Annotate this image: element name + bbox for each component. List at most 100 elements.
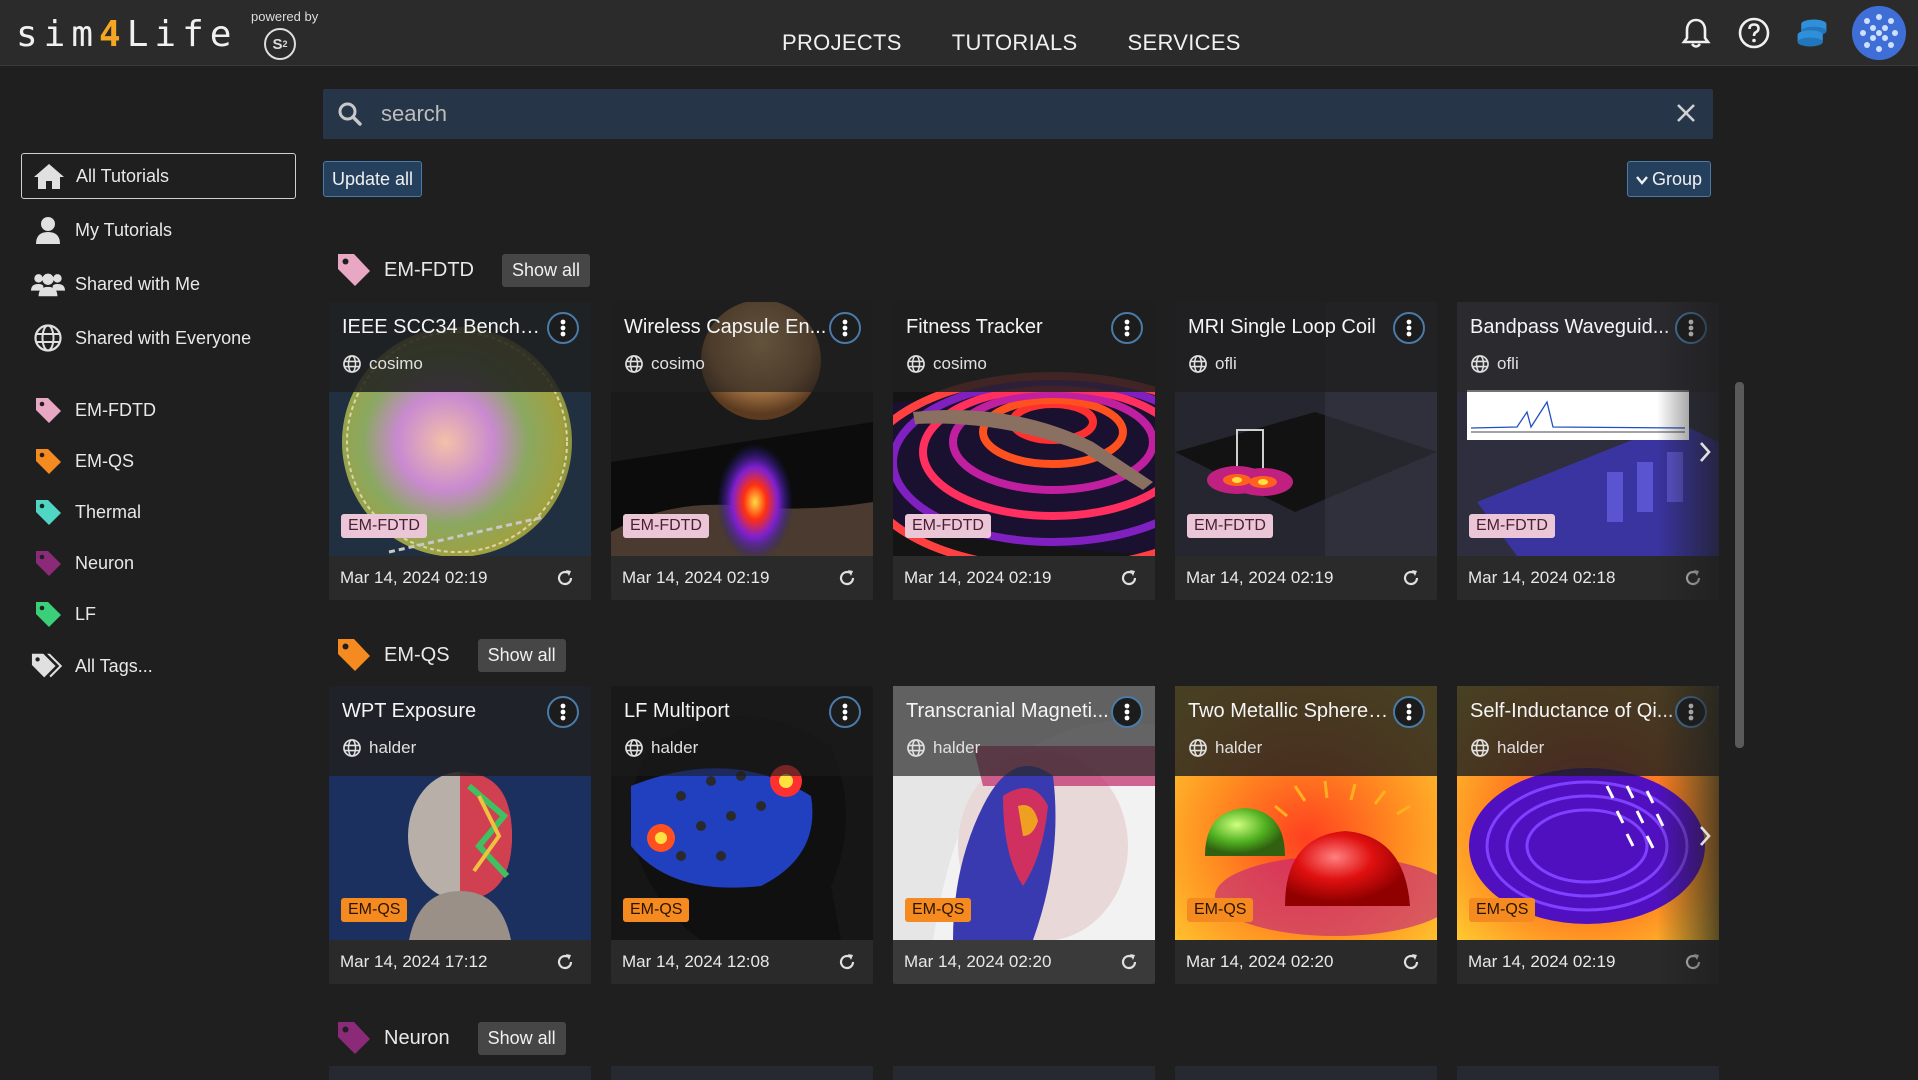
nav-tutorials[interactable]: TUTORIALS (952, 30, 1078, 56)
card-date: Mar 14, 2024 02:19 (1186, 568, 1334, 587)
sidebar-tag-em-fdtd[interactable]: EM-FDTD (21, 387, 296, 433)
home-icon (32, 161, 66, 191)
refresh-icon[interactable] (555, 568, 575, 593)
more-options-icon[interactable] (1393, 312, 1425, 344)
section-header-neuron: Neuron Show all (334, 1018, 566, 1058)
card-title: LF Multiport (624, 700, 730, 722)
tutorial-card[interactable]: Bandpass Waveguid... ofli EM-FDTD Mar 14… (1457, 302, 1719, 600)
card-owner: halder (907, 738, 980, 758)
more-options-icon[interactable] (547, 696, 579, 728)
card-owner: halder (1471, 738, 1544, 758)
sidebar-tag-lf[interactable]: LF (21, 591, 296, 637)
sidebar-tag-thermal[interactable]: Thermal (21, 489, 296, 535)
show-all-button[interactable]: Show all (501, 253, 591, 287)
tutorial-card[interactable]: Self-Inductance of Qi... halder EM-QS Ma… (1457, 686, 1719, 984)
refresh-icon[interactable] (1119, 568, 1139, 593)
sidebar-item-label: Thermal (75, 501, 142, 522)
refresh-icon[interactable] (837, 568, 857, 593)
card-footer: Mar 14, 2024 17:12 (329, 940, 591, 984)
tutorial-card[interactable]: WPT Exposure halder EM-QS Mar 14, 2024 1… (329, 686, 591, 984)
more-options-icon[interactable] (1111, 696, 1143, 728)
refresh-icon[interactable] (1401, 568, 1421, 593)
more-options-icon[interactable] (1393, 696, 1425, 728)
sidebar-all-tags[interactable]: All Tags... (21, 643, 296, 689)
card-date: Mar 14, 2024 02:20 (1186, 952, 1334, 971)
card-title: IEEE SCC34 Benchm... (342, 316, 547, 338)
sidebar-tag-em-qs[interactable]: EM-QS (21, 438, 296, 484)
card-title: Two Metallic Spheres... (1188, 700, 1393, 722)
scrollbar-thumb[interactable] (1735, 382, 1744, 748)
clear-search-icon[interactable] (1675, 102, 1697, 129)
group-button[interactable]: Group (1627, 161, 1712, 197)
tag-icon (334, 1018, 374, 1058)
help-icon[interactable] (1736, 15, 1772, 51)
sidebar-item-label: My Tutorials (75, 219, 173, 240)
card-owner: cosimo (343, 354, 423, 374)
section-header-em-fdtd: EM-FDTD Show all (334, 250, 591, 290)
tutorial-card[interactable]: Transcranial Magneti... halder EM-QS Mar… (893, 686, 1155, 984)
chevron-right-icon[interactable] (1692, 432, 1718, 472)
credits-coins-icon[interactable] (1794, 15, 1830, 51)
users-group-icon (31, 269, 65, 299)
card-footer: Mar 14, 2024 02:19 (893, 556, 1155, 600)
globe-icon (907, 355, 925, 373)
update-all-button[interactable]: Update all (323, 161, 423, 197)
tutorial-card[interactable]: Fitness Tracker cosimo EM-FDTD Mar 14, 2… (893, 302, 1155, 600)
tag-badge: EM-QS (1469, 898, 1536, 922)
chevron-right-icon[interactable] (1692, 816, 1718, 856)
notifications-bell-icon[interactable] (1678, 15, 1714, 51)
sidebar-item-shared-with-me[interactable]: Shared with Me (21, 261, 296, 307)
card-date: Mar 14, 2024 17:12 (340, 952, 488, 971)
tutorial-card[interactable]: Two Metallic Spheres... halder EM-QS Mar… (1175, 686, 1437, 984)
show-all-button[interactable]: Show all (477, 638, 566, 672)
top-bar: sim4Life powered by S2 PROJECTS TUTORIAL… (0, 0, 1918, 66)
user-icon (31, 215, 65, 245)
card-date: Mar 14, 2024 02:19 (1468, 952, 1616, 971)
tag-icon (31, 395, 65, 425)
tutorial-card[interactable]: IEEE SCC34 Benchm... cosimo EM-FDTD Mar … (329, 302, 591, 600)
tag-icon (31, 497, 65, 527)
card-owner: halder (343, 738, 416, 758)
group-button-label: Group (1652, 168, 1703, 189)
main-nav: PROJECTS TUTORIALS SERVICES (782, 30, 1241, 56)
card-date: Mar 14, 2024 12:08 (622, 952, 770, 971)
tag-badge: EM-FDTD (341, 514, 427, 538)
sidebar-item-my-tutorials[interactable]: My Tutorials (21, 207, 296, 253)
refresh-icon[interactable] (1119, 952, 1139, 977)
sidebar-item-label: Shared with Everyone (75, 327, 252, 348)
sidebar-tag-neuron[interactable]: Neuron (21, 540, 296, 586)
tutorial-card[interactable]: LF Multiport halder EM-QS Mar 14, 2024 1… (611, 686, 873, 984)
show-all-button[interactable]: Show all (477, 1021, 566, 1055)
more-options-icon[interactable] (829, 312, 861, 344)
nav-services[interactable]: SERVICES (1128, 30, 1241, 56)
card-peek (1457, 1066, 1719, 1080)
sidebar-item-label: EM-FDTD (75, 399, 156, 420)
tag-icon (334, 635, 374, 675)
tag-badge: EM-FDTD (623, 514, 709, 538)
sidebar-item-all-tutorials[interactable]: All Tutorials (21, 153, 296, 199)
globe-icon (625, 739, 643, 757)
tags-icon (31, 651, 65, 681)
sidebar-item-label: Neuron (75, 552, 135, 573)
user-avatar[interactable] (1852, 6, 1906, 60)
card-date: Mar 14, 2024 02:19 (622, 568, 770, 587)
search-input[interactable] (381, 97, 1641, 131)
sim4life-logo[interactable]: sim4Life (16, 12, 237, 56)
tag-badge: EM-QS (905, 898, 972, 922)
nav-projects[interactable]: PROJECTS (782, 30, 902, 56)
more-options-icon[interactable] (547, 312, 579, 344)
tutorial-card[interactable]: Wireless Capsule En... cosimo EM-FDTD Ma… (611, 302, 873, 600)
refresh-icon[interactable] (555, 952, 575, 977)
sidebar-item-shared-with-everyone[interactable]: Shared with Everyone (21, 315, 296, 361)
tag-icon (31, 599, 65, 629)
section-header-em-qs: EM-QS Show all (334, 635, 566, 675)
more-options-icon[interactable] (829, 696, 861, 728)
card-footer: Mar 14, 2024 02:20 (893, 940, 1155, 984)
tutorial-card[interactable]: MRI Single Loop Coil ofli EM-FDTD Mar 14… (1175, 302, 1437, 600)
tag-badge: EM-QS (341, 898, 408, 922)
more-options-icon[interactable] (1111, 312, 1143, 344)
refresh-icon[interactable] (1401, 952, 1421, 977)
globe-icon (343, 739, 361, 757)
section-title: EM-QS (384, 643, 450, 666)
refresh-icon[interactable] (837, 952, 857, 977)
